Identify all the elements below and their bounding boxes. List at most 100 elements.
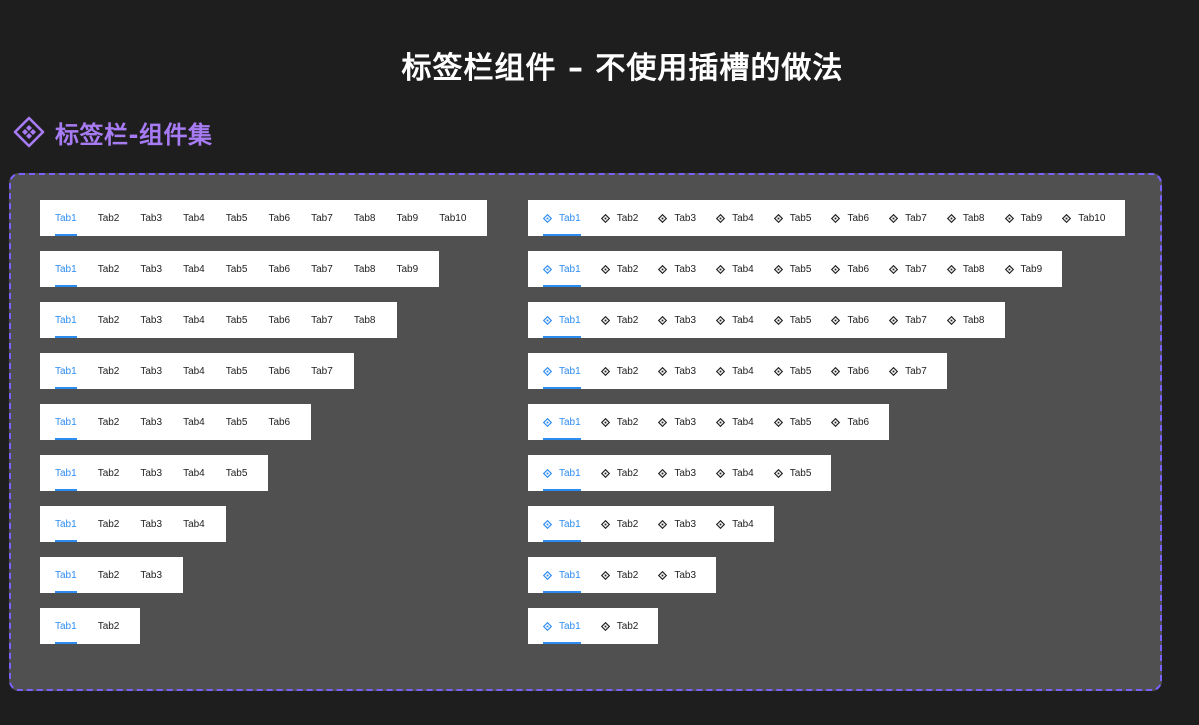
tab-7[interactable]: Tab7 — [311, 251, 333, 287]
tab-4[interactable]: Tab4 — [183, 455, 205, 491]
tab-4[interactable]: Tab4 — [183, 353, 205, 389]
tab-4[interactable]: Tab4 — [716, 506, 754, 542]
tab-5[interactable]: Tab5 — [773, 251, 811, 287]
tab-2[interactable]: Tab2 — [98, 404, 120, 440]
tab-7[interactable]: Tab7 — [311, 353, 333, 389]
tab-2[interactable]: Tab2 — [600, 251, 638, 287]
tab-3[interactable]: Tab3 — [658, 455, 696, 491]
tab-3[interactable]: Tab3 — [658, 200, 696, 236]
tab-2[interactable]: Tab2 — [600, 506, 638, 542]
tab-2[interactable]: Tab2 — [600, 404, 638, 440]
tab-1[interactable]: Tab1 — [55, 608, 77, 644]
tab-4[interactable]: Tab4 — [183, 404, 205, 440]
tab-1[interactable]: Tab1 — [543, 353, 581, 389]
tab-3[interactable]: Tab3 — [658, 353, 696, 389]
tab-1[interactable]: Tab1 — [543, 200, 581, 236]
tab-1[interactable]: Tab1 — [55, 200, 77, 236]
tab-3[interactable]: Tab3 — [140, 302, 162, 338]
tab-4[interactable]: Tab4 — [716, 251, 754, 287]
tab-5[interactable]: Tab5 — [773, 353, 811, 389]
tab-4[interactable]: Tab4 — [716, 455, 754, 491]
tab-3[interactable]: Tab3 — [140, 557, 162, 593]
tab-5[interactable]: Tab5 — [773, 455, 811, 491]
tab-2[interactable]: Tab2 — [98, 455, 120, 491]
tab-1[interactable]: Tab1 — [55, 302, 77, 338]
tab-1[interactable]: Tab1 — [55, 353, 77, 389]
tab-8[interactable]: Tab8 — [354, 302, 376, 338]
tab-4[interactable]: Tab4 — [183, 302, 205, 338]
tab-6[interactable]: Tab6 — [831, 251, 869, 287]
tab-2[interactable]: Tab2 — [98, 200, 120, 236]
tab-6[interactable]: Tab6 — [831, 404, 869, 440]
component-set-header[interactable]: 标签栏-组件集 — [13, 115, 212, 149]
tab-1[interactable]: Tab1 — [543, 455, 581, 491]
tab-2[interactable]: Tab2 — [98, 302, 120, 338]
tab-1[interactable]: Tab1 — [543, 608, 581, 644]
tab-1[interactable]: Tab1 — [543, 557, 581, 593]
tab-5[interactable]: Tab5 — [226, 302, 248, 338]
tab-1[interactable]: Tab1 — [55, 404, 77, 440]
tab-6[interactable]: Tab6 — [831, 200, 869, 236]
tab-1[interactable]: Tab1 — [543, 251, 581, 287]
tab-4[interactable]: Tab4 — [716, 302, 754, 338]
tab-3[interactable]: Tab3 — [658, 404, 696, 440]
tab-2[interactable]: Tab2 — [600, 455, 638, 491]
tab-7[interactable]: Tab7 — [889, 200, 927, 236]
tab-7[interactable]: Tab7 — [889, 302, 927, 338]
tab-4[interactable]: Tab4 — [716, 200, 754, 236]
tab-3[interactable]: Tab3 — [140, 353, 162, 389]
tab-2[interactable]: Tab2 — [98, 608, 120, 644]
tab-3[interactable]: Tab3 — [140, 251, 162, 287]
tab-9[interactable]: Tab9 — [1004, 200, 1042, 236]
tab-7[interactable]: Tab7 — [311, 302, 333, 338]
tab-6[interactable]: Tab6 — [268, 302, 290, 338]
tab-5[interactable]: Tab5 — [226, 404, 248, 440]
tab-9[interactable]: Tab9 — [397, 200, 419, 236]
tab-6[interactable]: Tab6 — [268, 353, 290, 389]
tab-3[interactable]: Tab3 — [658, 251, 696, 287]
tab-2[interactable]: Tab2 — [98, 557, 120, 593]
tab-3[interactable]: Tab3 — [658, 302, 696, 338]
tab-5[interactable]: Tab5 — [773, 200, 811, 236]
tab-8[interactable]: Tab8 — [946, 302, 985, 338]
tab-2[interactable]: Tab2 — [600, 557, 638, 593]
tab-1[interactable]: Tab1 — [543, 506, 581, 542]
tab-2[interactable]: Tab2 — [98, 506, 120, 542]
tab-10[interactable]: Tab10 — [1062, 200, 1105, 236]
tab-6[interactable]: Tab6 — [831, 302, 869, 338]
tab-9[interactable]: Tab9 — [1004, 251, 1042, 287]
tab-2[interactable]: Tab2 — [98, 353, 120, 389]
tab-3[interactable]: Tab3 — [140, 506, 162, 542]
component-set-frame[interactable]: Tab1 Tab2 Tab3 Tab4 Tab5 Tab6 Tab7 Tab8 Tab9 Tab1… — [9, 173, 1162, 691]
tab-5[interactable]: Tab5 — [226, 455, 248, 491]
tab-3[interactable]: Tab3 — [140, 200, 162, 236]
tab-4[interactable]: Tab4 — [183, 506, 205, 542]
tab-1[interactable]: Tab1 — [55, 557, 77, 593]
tab-8[interactable]: Tab8 — [946, 251, 985, 287]
tab-4[interactable]: Tab4 — [183, 251, 205, 287]
tab-1[interactable]: Tab1 — [55, 251, 77, 287]
tab-6[interactable]: Tab6 — [268, 251, 290, 287]
tab-5[interactable]: Tab5 — [226, 353, 248, 389]
tab-8[interactable]: Tab8 — [946, 200, 985, 236]
tab-1[interactable]: Tab1 — [55, 506, 77, 542]
tab-3[interactable]: Tab3 — [140, 404, 162, 440]
tab-5[interactable]: Tab5 — [226, 200, 248, 236]
tab-2[interactable]: Tab2 — [600, 608, 638, 644]
tab-6[interactable]: Tab6 — [268, 404, 290, 440]
tab-4[interactable]: Tab4 — [716, 404, 754, 440]
tab-8[interactable]: Tab8 — [354, 200, 376, 236]
tab-7[interactable]: Tab7 — [311, 200, 333, 236]
tab-10[interactable]: Tab10 — [439, 200, 466, 236]
tab-7[interactable]: Tab7 — [889, 353, 927, 389]
tab-2[interactable]: Tab2 — [600, 353, 638, 389]
tab-1[interactable]: Tab1 — [543, 302, 581, 338]
tab-4[interactable]: Tab4 — [716, 353, 754, 389]
tab-5[interactable]: Tab5 — [773, 302, 811, 338]
tab-3[interactable]: Tab3 — [140, 455, 162, 491]
tab-7[interactable]: Tab7 — [889, 251, 927, 287]
tab-5[interactable]: Tab5 — [773, 404, 811, 440]
tab-2[interactable]: Tab2 — [600, 302, 638, 338]
tab-9[interactable]: Tab9 — [397, 251, 419, 287]
tab-1[interactable]: Tab1 — [543, 404, 581, 440]
